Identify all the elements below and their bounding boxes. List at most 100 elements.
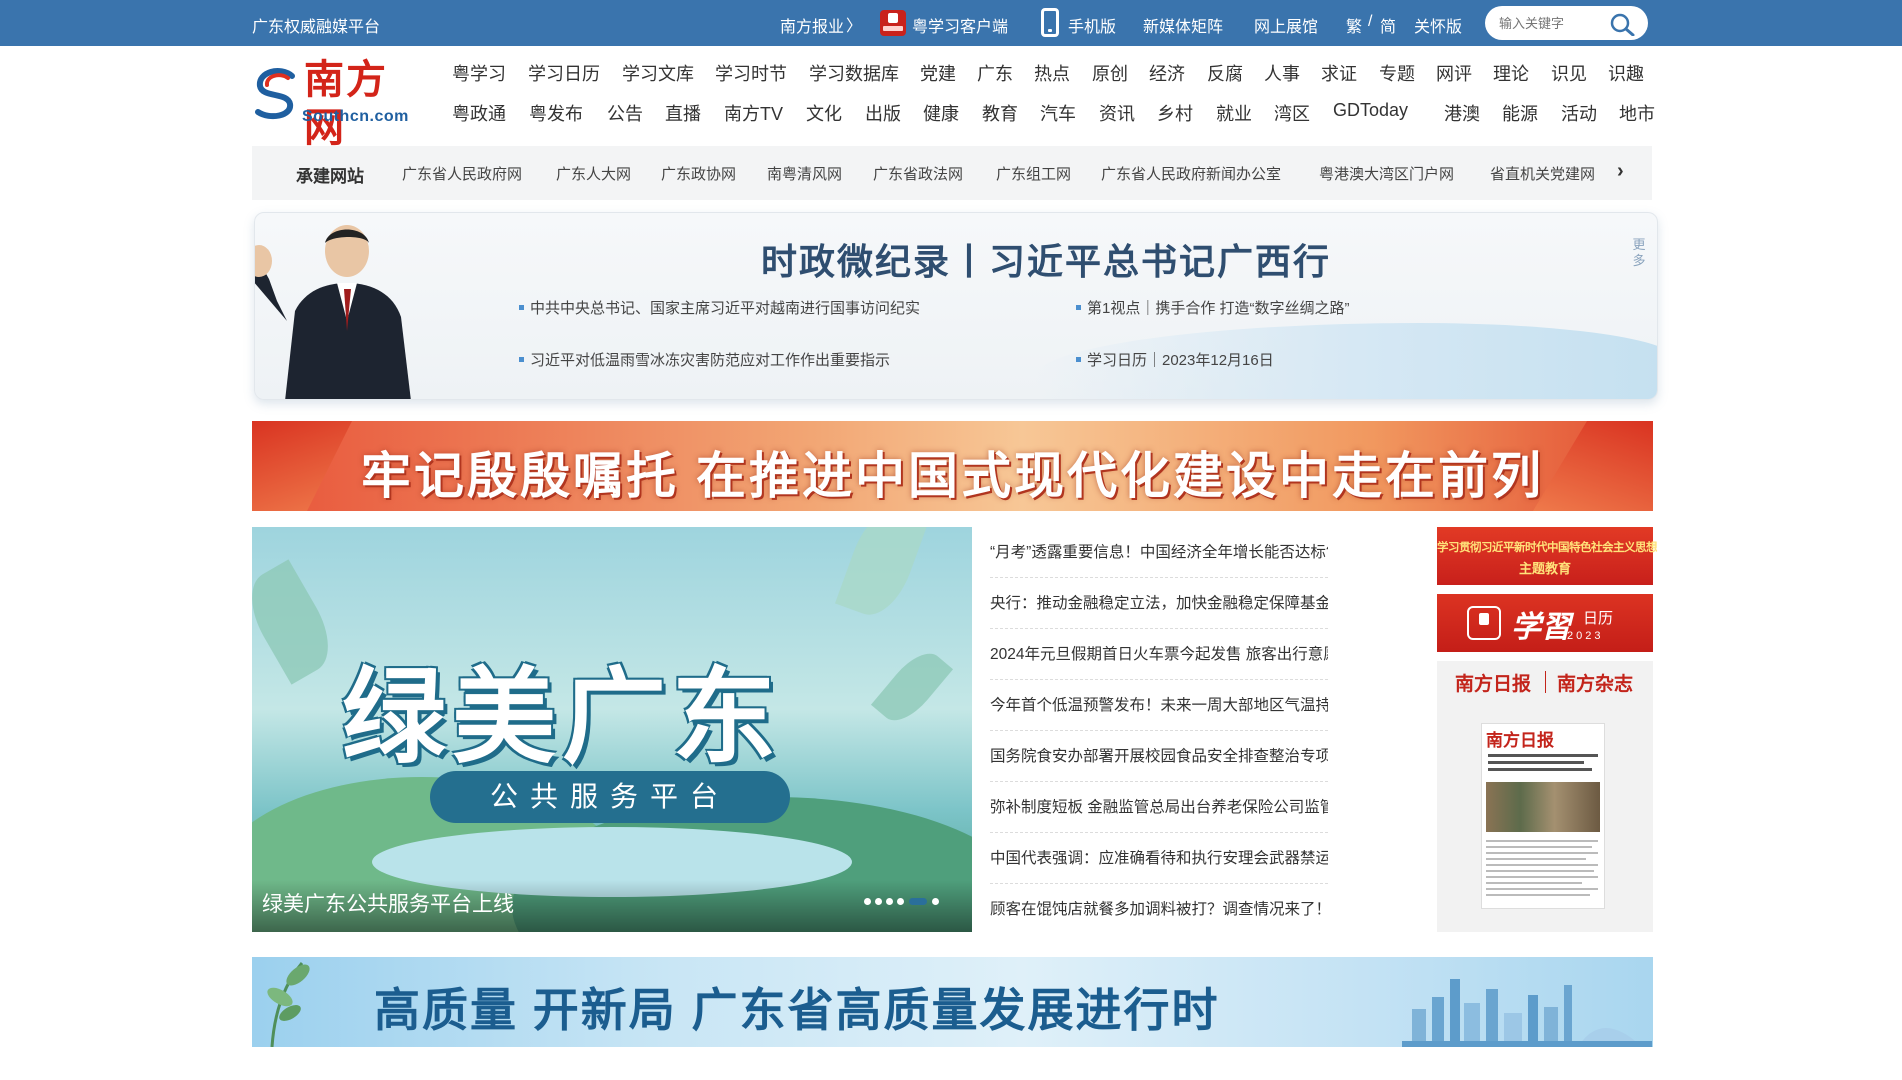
nav-education[interactable]: 教育	[982, 100, 1018, 126]
nav-health[interactable]: 健康	[923, 100, 959, 126]
partner-site-link[interactable]: 广东人大网	[556, 163, 631, 184]
feature-link[interactable]: 习近平对低温雨雪冰冻灾害防范应对工作作出重要指示	[519, 349, 890, 370]
slide-dot[interactable]	[875, 898, 882, 905]
newspaper-panel: 南方日报 南方杂志 南方日报	[1437, 661, 1653, 932]
feature-link[interactable]: 第1视点｜携手合作 打造“数字丝绸之路”	[1076, 297, 1350, 318]
nav-personnel[interactable]: 人事	[1264, 60, 1300, 86]
partner-site-link[interactable]: 广东组工网	[996, 163, 1071, 184]
nav-employment[interactable]: 就业	[1216, 100, 1252, 126]
decorative-leaf	[834, 527, 930, 624]
news-item[interactable]: 国务院食安办部署开展校园食品安全排查整治专项行动	[990, 731, 1328, 782]
headline-slideshow[interactable]: 绿美广东 公共服务平台 绿美广东公共服务平台上线	[252, 527, 972, 932]
care-mode-link[interactable]: 关怀版	[1414, 13, 1462, 37]
nav-gdtoday[interactable]: GDToday	[1333, 100, 1408, 121]
nav-rural[interactable]: 乡村	[1157, 100, 1193, 126]
nav-yuezhengtong[interactable]: 粤政通	[452, 100, 506, 126]
theme-education-title: 学习贯彻习近平新时代中国特色社会主义思想	[1437, 542, 1658, 554]
study-calendar-banner[interactable]: 学習 日历 2023	[1437, 594, 1653, 652]
slide-dot-active[interactable]	[909, 898, 927, 905]
nav-theory[interactable]: 理论	[1493, 60, 1529, 86]
nav-study-library[interactable]: 学习文库	[622, 60, 694, 86]
nav-interest[interactable]: 识趣	[1608, 60, 1644, 86]
theme-education-banner[interactable]: 学习贯彻习近平新时代中国特色社会主义思想 主题教育	[1437, 527, 1658, 585]
nav-economy[interactable]: 经济	[1149, 60, 1185, 86]
nav-insight[interactable]: 识见	[1551, 60, 1587, 86]
partner-site-link[interactable]: 南粤清风网	[767, 163, 842, 184]
slide-dot[interactable]	[886, 898, 893, 905]
news-item[interactable]: 弥补制度短板 金融监管总局出台养老保险公司监管办法	[990, 782, 1328, 833]
nav-study-calendar[interactable]: 学习日历	[528, 60, 600, 86]
new-media-matrix-link[interactable]: 新媒体矩阵	[1143, 13, 1223, 37]
study-calendar-label: 日历	[1583, 610, 1614, 627]
news-item[interactable]: 顾客在馄饨店就餐多加调料被打？调查情况来了！	[990, 884, 1328, 935]
slide-caption[interactable]: 绿美广东公共服务平台上线	[262, 888, 514, 918]
nav-nanfang-tv[interactable]: 南方TV	[724, 100, 783, 126]
nav-anti-corruption[interactable]: 反腐	[1207, 60, 1243, 86]
online-exhibition-link[interactable]: 网上展馆	[1254, 13, 1318, 37]
high-quality-development-banner[interactable]: 高质量 开新局 广东省高质量发展进行时	[252, 957, 1653, 1047]
nav-verify[interactable]: 求证	[1321, 60, 1357, 86]
nav-hk-macau[interactable]: 港澳	[1444, 100, 1480, 126]
partner-site-link[interactable]: 广东省政法网	[873, 163, 963, 184]
search-icon[interactable]	[1607, 12, 1637, 36]
nav-cities[interactable]: 地市	[1619, 100, 1655, 126]
nav-announcement[interactable]: 公告	[607, 100, 643, 126]
news-item[interactable]: “月考”透露重要信息！中国经济全年增长能否达标?	[990, 527, 1328, 578]
nav-yuexuexi[interactable]: 粤学习	[452, 60, 506, 86]
slide-dot[interactable]	[897, 898, 904, 905]
partner-site-link[interactable]: 广东政协网	[661, 163, 736, 184]
mobile-version-link[interactable]: 手机版	[1068, 13, 1116, 37]
news-item[interactable]: 央行：推动金融稳定立法，加快金融稳定保障基金建设	[990, 578, 1328, 629]
nav-events[interactable]: 活动	[1561, 100, 1597, 126]
nav-study-database[interactable]: 学习数据库	[809, 60, 899, 86]
nav-commentary[interactable]: 网评	[1436, 60, 1472, 86]
news-item[interactable]: 2024年元旦假期首日火车票今起发售 旅客出行意愿强烈	[990, 629, 1328, 680]
partner-site-link[interactable]: 粤港澳大湾区门户网	[1319, 163, 1454, 184]
nav-live[interactable]: 直播	[665, 100, 701, 126]
news-item[interactable]: 中国代表强调：应准确看待和执行安理会武器禁运	[990, 833, 1328, 884]
newspaper-thumbnail[interactable]: 南方日报	[1481, 723, 1605, 909]
more-link[interactable]: 更多	[1631, 237, 1647, 269]
text-line	[1486, 888, 1598, 890]
nav-topics[interactable]: 专题	[1379, 60, 1415, 86]
site-logo[interactable]: 南方网 Southcn.com	[252, 56, 424, 151]
nav-bay-area[interactable]: 湾区	[1274, 100, 1310, 126]
nav-original[interactable]: 原创	[1092, 60, 1128, 86]
headline-line	[1488, 754, 1598, 757]
nav-study-season[interactable]: 学习时节	[715, 60, 787, 86]
nav-info[interactable]: 资讯	[1099, 100, 1135, 126]
partner-site-link[interactable]: 广东省人民政府新闻办公室	[1101, 163, 1281, 184]
nav-party-building[interactable]: 党建	[920, 60, 956, 86]
feature-link[interactable]: 学习日历｜2023年12月16日	[1076, 349, 1274, 370]
slide-image-title: 绿美广东	[342, 660, 783, 776]
high-quality-development-text: 高质量 开新局 广东省高质量发展进行时	[374, 984, 1220, 1036]
slide-dot[interactable]	[864, 898, 871, 905]
nav-hot[interactable]: 热点	[1034, 60, 1070, 86]
tab-nanfang-magazine[interactable]: 南方杂志	[1544, 669, 1633, 696]
simplified-chinese-link[interactable]: 简	[1380, 13, 1396, 37]
yuexuexi-app-icon	[1467, 606, 1501, 640]
feature-link[interactable]: 中共中央总书记、国家主席习近平对越南进行国事访问纪实	[519, 297, 920, 318]
feature-panel: 时政微纪录丨习近平总书记广西行 更多 中共中央总书记、国家主席习近平对越南进行国…	[254, 212, 1658, 400]
chevron-right-icon[interactable]: ›	[1617, 160, 1624, 183]
traditional-chinese-link[interactable]: 繁	[1346, 13, 1362, 37]
nav-energy[interactable]: 能源	[1502, 100, 1538, 126]
tab-nanfang-daily[interactable]: 南方日报	[1455, 669, 1531, 696]
feature-headline[interactable]: 时政微纪录丨习近平总书记广西行	[761, 233, 1331, 285]
partner-site-link[interactable]: 省直机关党建网	[1490, 163, 1595, 184]
theme-education-subtitle: 主题教育	[1518, 561, 1571, 576]
app-client-link[interactable]: 粤学习客户端	[912, 13, 1008, 37]
nav-culture[interactable]: 文化	[806, 100, 842, 126]
nav-publishing[interactable]: 出版	[865, 100, 901, 126]
slogan-banner[interactable]: 牢记殷殷嘱托 在推进中国式现代化建设中走在前列	[252, 421, 1653, 511]
nav-auto[interactable]: 汽车	[1040, 100, 1076, 126]
search-input[interactable]	[1499, 14, 1607, 32]
partner-site-link[interactable]: 广东省人民政府网	[402, 163, 522, 184]
nanfang-baoye-link[interactable]: 南方报业	[780, 13, 844, 37]
phone-icon	[1041, 8, 1059, 37]
nav-yuefabu[interactable]: 粤发布	[529, 100, 583, 126]
slide-dot[interactable]	[932, 898, 939, 905]
news-item[interactable]: 今年首个低温预警发布！未来一周大部地区气温持续偏低	[990, 680, 1328, 731]
nav-guangdong[interactable]: 广东	[977, 60, 1013, 86]
slogan-banner-text: 牢记殷殷嘱托 在推进中国式现代化建设中走在前列	[361, 448, 1544, 504]
